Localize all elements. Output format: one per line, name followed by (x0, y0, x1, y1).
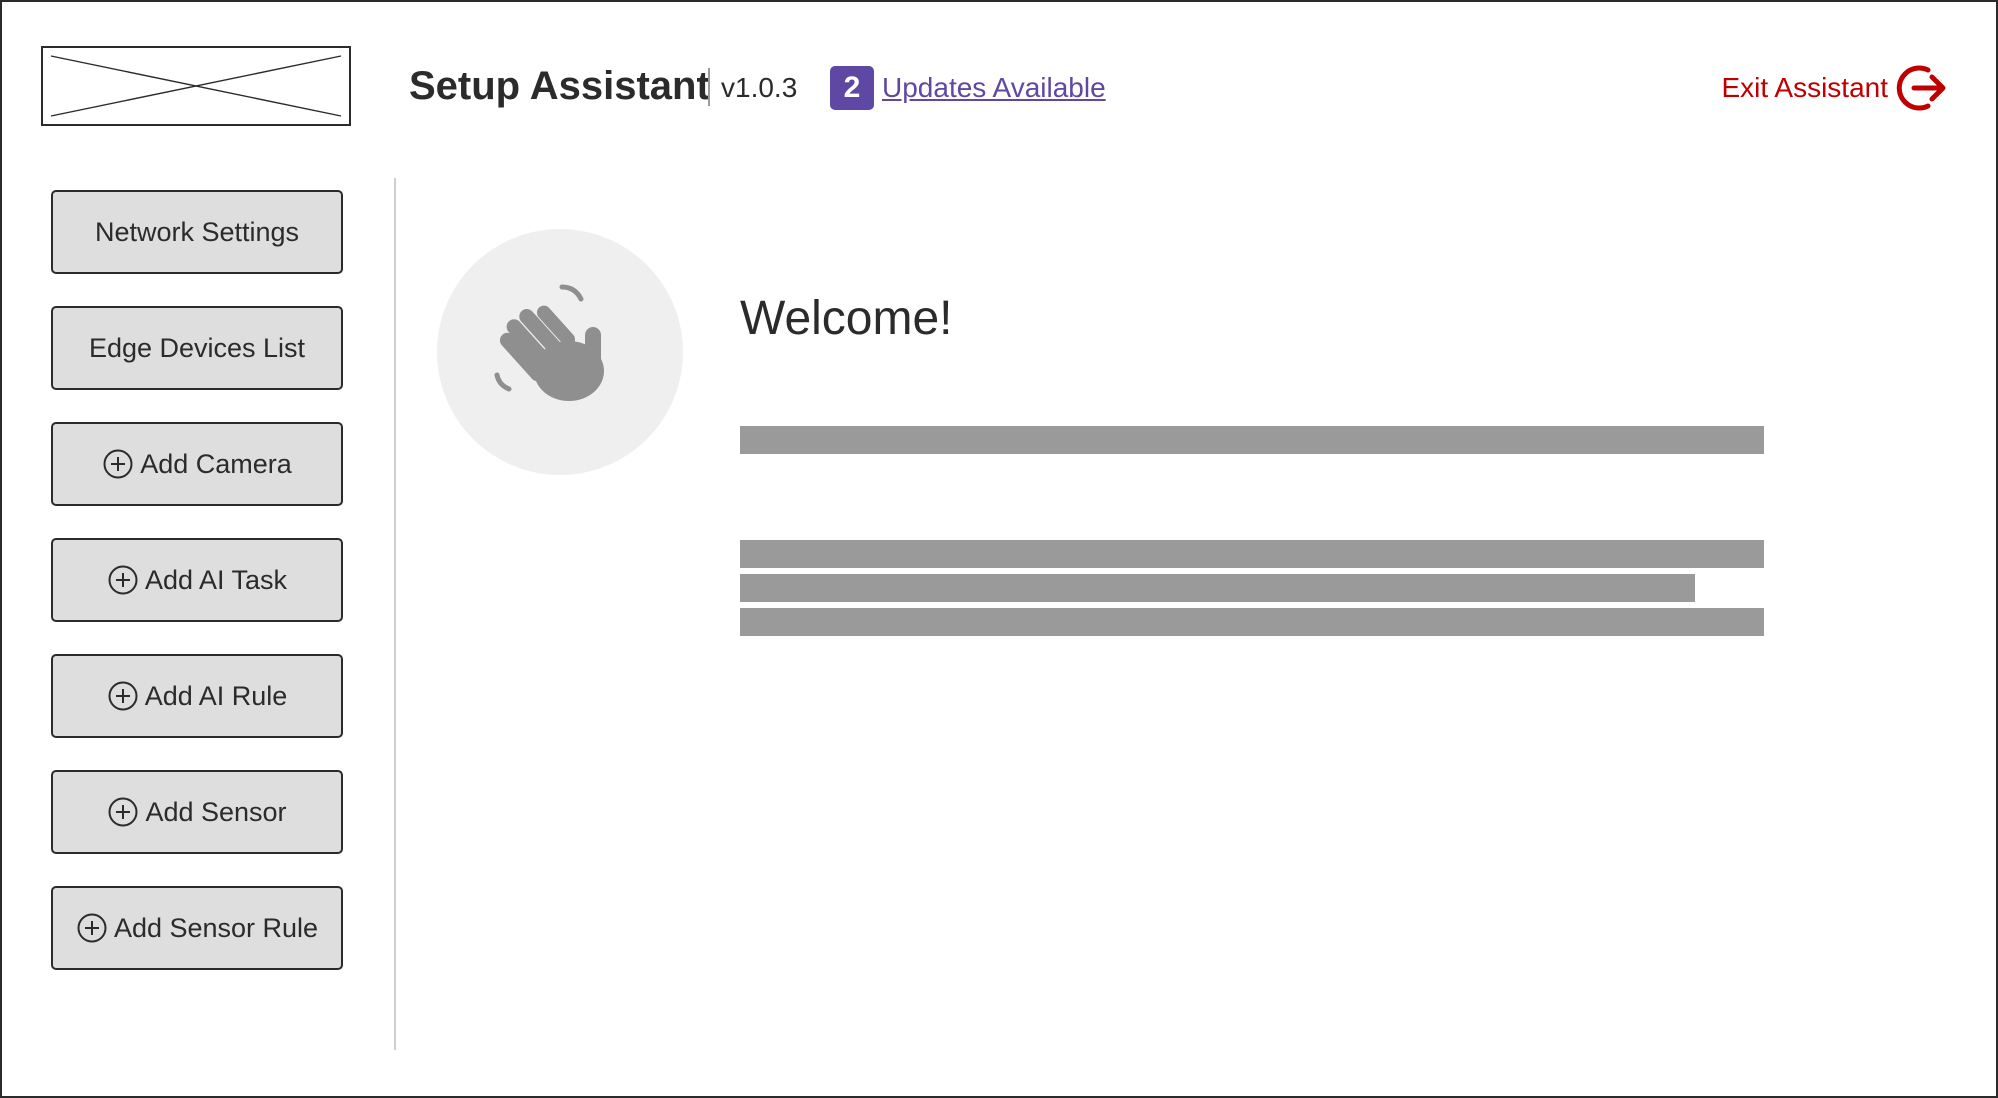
title-divider (708, 68, 710, 106)
add-sensor-rule-label: Add Sensor Rule (113, 912, 319, 943)
add-ai-rule-button[interactable]: Add AI Rule (51, 654, 343, 738)
edge-devices-list-label: Edge Devices List (88, 332, 306, 363)
text-placeholder-line (740, 574, 1695, 602)
waving-hand-icon (494, 284, 604, 401)
text-placeholder-line (740, 426, 1764, 454)
edge-devices-list-button[interactable]: Edge Devices List (51, 306, 343, 390)
welcome-heading: Welcome! (740, 292, 953, 345)
network-settings-button[interactable]: Network Settings (51, 190, 343, 274)
exit-arrow-icon (1896, 65, 1946, 111)
plus-circle-icon (108, 565, 138, 595)
plus-circle-icon (103, 449, 133, 479)
exit-assistant-label: Exit Assistant (1721, 72, 1888, 103)
add-ai-rule-label: Add AI Rule (144, 680, 288, 711)
add-sensor-label: Add Sensor (145, 796, 287, 827)
plus-circle-icon (108, 681, 138, 711)
add-sensor-button[interactable]: Add Sensor (51, 770, 343, 854)
sidebar-divider (394, 178, 396, 1050)
network-settings-label: Network Settings (94, 216, 300, 247)
add-camera-button[interactable]: Add Camera (51, 422, 343, 506)
updates-count-badge[interactable]: 2 (830, 66, 874, 110)
page-title: Setup Assistant (409, 64, 710, 108)
add-sensor-rule-button[interactable]: Add Sensor Rule (51, 886, 343, 970)
plus-circle-icon (108, 797, 138, 827)
plus-circle-icon (77, 913, 107, 943)
logo-placeholder (41, 46, 351, 126)
version-label: v1.0.3 (721, 72, 798, 103)
text-placeholder-line (740, 608, 1764, 636)
updates-available-link[interactable]: Updates Available (882, 70, 1106, 106)
welcome-avatar (437, 229, 683, 475)
exit-assistant-button[interactable]: Exit Assistant (1721, 62, 1948, 114)
add-camera-label: Add Camera (140, 448, 292, 479)
add-ai-task-button[interactable]: Add AI Task (51, 538, 343, 622)
text-placeholder-line (740, 540, 1764, 568)
app-window: Setup Assistant v1.0.3 2 Updates Availab… (0, 0, 1998, 1098)
add-ai-task-label: Add AI Task (144, 564, 288, 595)
